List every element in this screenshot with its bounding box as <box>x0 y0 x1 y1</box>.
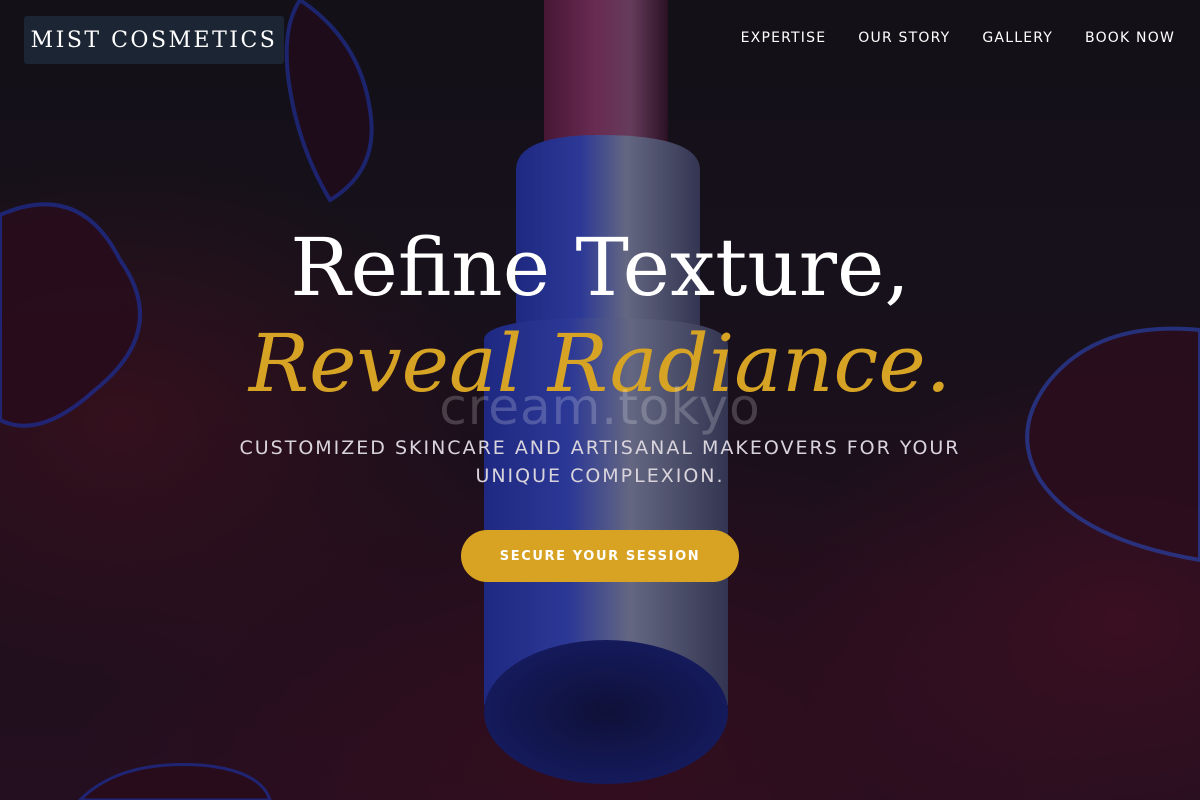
nav-item-book-now[interactable]: BOOK NOW <box>1085 30 1175 46</box>
hero-section: MIST COSMETICS EXPERTISE OUR STORY GALLE… <box>0 0 1200 800</box>
secure-session-button[interactable]: SECURE YOUR SESSION <box>461 530 739 582</box>
brand-logo[interactable]: MIST COSMETICS <box>24 16 284 64</box>
nav-item-our-story[interactable]: OUR STORY <box>858 30 950 46</box>
main-nav: EXPERTISE OUR STORY GALLERY BOOK NOW <box>741 30 1175 46</box>
watermark-text: cream.tokyo <box>439 378 761 436</box>
hero-headline: Refine Texture, <box>290 221 910 314</box>
nav-item-gallery[interactable]: GALLERY <box>982 30 1053 46</box>
nav-item-expertise[interactable]: EXPERTISE <box>741 30 827 46</box>
hero-subtitle: CUSTOMIZED SKINCARE AND ARTISANAL MAKEOV… <box>239 437 961 487</box>
